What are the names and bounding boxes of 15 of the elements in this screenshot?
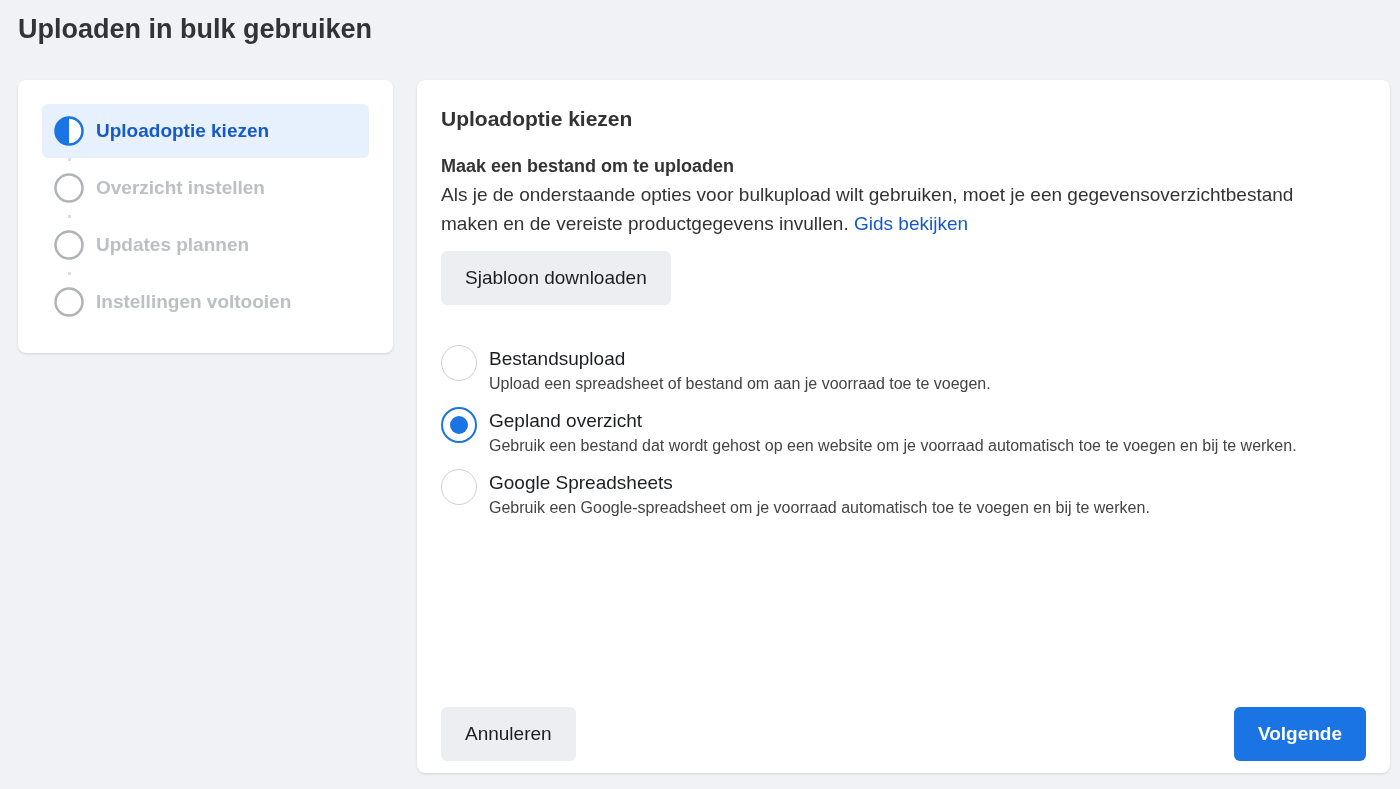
- next-button[interactable]: Volgende: [1233, 707, 1366, 761]
- option-label: Bestandsupload: [489, 347, 627, 371]
- option-label: Gepland overzicht: [489, 409, 644, 433]
- option-description: Gebruik een bestand dat wordt gehost op een website om je voorraad automatisch toe te voegen en bij te werken.: [489, 436, 1298, 456]
- panel-title: Uploadoptie kiezen: [441, 106, 634, 132]
- guide-link[interactable]: Gids bekijken: [854, 213, 969, 234]
- option-description: Gebruik een Google-spreadsheet om je voorraad automatisch toe te voegen en bij te werken.: [489, 498, 1151, 518]
- step-item[interactable]: Uploadoptie kiezen: [42, 104, 369, 158]
- cancel-button[interactable]: Annuleren: [441, 707, 576, 761]
- download-template-button[interactable]: Sjabloon downloaden: [441, 251, 671, 305]
- option-description: Upload een spreadsheet of bestand om aan je voorraad toe te voegen.: [489, 374, 992, 394]
- description-text: Als je de onderstaande opties voor bulkupload wilt gebruiken, moet je een gegevensoverzichtbestand maken en de vereiste productgegevens invullen. Gids bekijken: [441, 183, 1295, 236]
- section-title: Maak een bestand om te uploaden: [441, 155, 736, 178]
- page-title: Uploaden in bulk gebruiken: [17, 13, 374, 46]
- option-label: Google Spreadsheets: [489, 471, 674, 495]
